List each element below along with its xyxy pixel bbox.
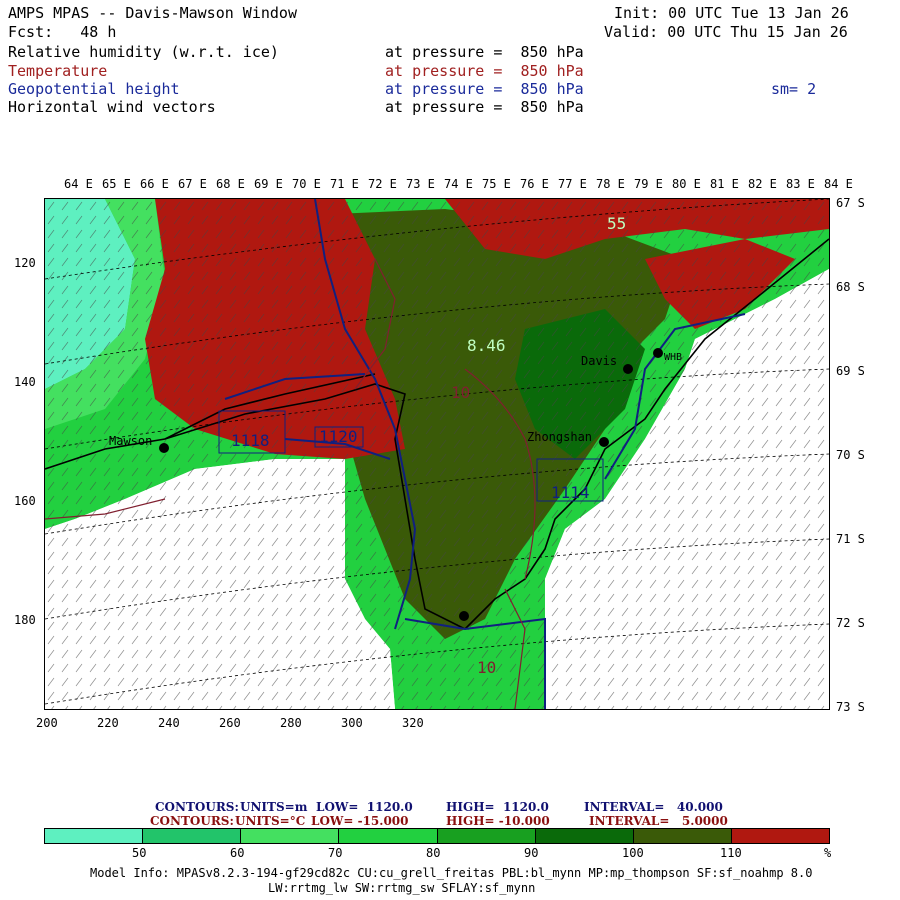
forecast-hour: Fcst: 48 h (8, 23, 117, 41)
colorbar-swatch (633, 829, 732, 843)
map-title: AMPS MPAS -- Davis-Mawson Window (8, 4, 297, 22)
longitude-label: 75 E (482, 177, 511, 191)
station-label-zhongshan: Zhongshan (527, 430, 593, 444)
contour-label-55: 55 (607, 214, 627, 233)
wind-vectors (45, 199, 829, 709)
model-info-line2: LW:rrtmg_lw SW:rrtmg_sw SFLAY:sf_mynn (268, 881, 536, 895)
x-tick-label: 300 (341, 716, 363, 730)
station-label-davis: Davis (581, 354, 618, 368)
longitude-label: 67 E (178, 177, 207, 191)
x-tick-label: 240 (158, 716, 180, 730)
colorbar-label: 80 (426, 846, 441, 860)
y-tick-label: 160 (14, 494, 36, 508)
field-rh-name: Relative humidity (w.r.t. ice) (8, 43, 279, 61)
colorbar-label: 90 (524, 846, 539, 860)
latitude-label: 73 S (836, 700, 865, 714)
station-dot-davis (623, 364, 633, 374)
colorbar-swatch (143, 829, 242, 843)
longitude-label: 70 E (292, 177, 321, 191)
latitude-label: 69 S (836, 364, 865, 378)
map-panel: Mawson Davis WHB Zhongshan 1118 1120 111… (44, 198, 830, 710)
station-dot-zhongshan (599, 437, 609, 447)
longitude-label: 71 E (330, 177, 359, 191)
station-dot-inland (459, 611, 469, 621)
colorbar-label: % (824, 846, 832, 860)
colorbar-swatch (45, 829, 144, 843)
longitude-label: 76 E (520, 177, 549, 191)
longitude-label: 68 E (216, 177, 245, 191)
longitude-label: 69 E (254, 177, 283, 191)
colorbar (44, 828, 830, 844)
x-tick-label: 260 (219, 716, 241, 730)
y-tick-label: 140 (14, 375, 36, 389)
x-tick-label: 220 (97, 716, 119, 730)
field-wind-level: at pressure = 850 hPa (385, 98, 584, 116)
colorbar-swatch (437, 829, 536, 843)
x-tick-label: 200 (36, 716, 58, 730)
colorbar-swatch (535, 829, 634, 843)
longitude-label: 80 E (672, 177, 701, 191)
latitude-label: 70 S (836, 448, 865, 462)
longitude-label: 79 E (634, 177, 663, 191)
longitude-label: 81 E (710, 177, 739, 191)
station-dot-whb (653, 348, 663, 358)
colorbar-label: 110 (720, 846, 742, 860)
contour-label-1118: 1118 (231, 431, 270, 450)
smoothing-label: sm= 2 (771, 80, 817, 98)
field-wind-name: Horizontal wind vectors (8, 98, 216, 116)
field-height-name: Geopotential height (8, 80, 180, 98)
longitude-label: 66 E (140, 177, 169, 191)
station-label-mawson: Mawson (109, 434, 153, 448)
contour-label-1114: 1114 (551, 483, 590, 502)
map-svg (45, 199, 829, 709)
field-temp-name: Temperature (8, 62, 108, 80)
longitude-label: 74 E (444, 177, 473, 191)
colorbar-label: 60 (230, 846, 245, 860)
x-tick-label: 320 (402, 716, 424, 730)
longitude-label: 65 E (102, 177, 131, 191)
latitude-label: 68 S (836, 280, 865, 294)
longitude-label: 64 E (64, 177, 93, 191)
colorbar-label: 50 (132, 846, 147, 860)
longitude-label: 84 E (824, 177, 853, 191)
colorbar-label: 100 (622, 846, 644, 860)
latitude-label: 67 S (836, 196, 865, 210)
station-label-whb: WHB (664, 352, 683, 363)
longitude-label: 77 E (558, 177, 587, 191)
station-dot-mawson (159, 443, 169, 453)
valid-time: Valid: 00 UTC Thu 15 Jan 26 (604, 23, 848, 41)
model-info-line1: Model Info: MPASv8.2.3-194-gf29cd82c CU:… (90, 866, 813, 880)
colorbar-swatch (731, 829, 829, 843)
y-tick-label: 180 (14, 613, 36, 627)
longitude-label: 83 E (786, 177, 815, 191)
contour-label-1120: 1120 (319, 427, 358, 446)
colorbar-label: 70 (328, 846, 343, 860)
longitude-label: 82 E (748, 177, 777, 191)
latitude-label: 71 S (836, 532, 865, 546)
contour-label-846: 8.46 (467, 336, 506, 355)
field-height-level: at pressure = 850 hPa (385, 80, 584, 98)
field-temp-level: at pressure = 850 hPa (385, 62, 584, 80)
longitude-label: 78 E (596, 177, 625, 191)
contour-label-10b: 10 (477, 658, 497, 677)
contour-label-10a: 10 (451, 383, 471, 402)
longitude-label: 72 E (368, 177, 397, 191)
field-rh-level: at pressure = 850 hPa (385, 43, 584, 61)
colorbar-swatch (339, 829, 438, 843)
init-time: Init: 00 UTC Tue 13 Jan 26 (614, 4, 849, 22)
longitude-label: 73 E (406, 177, 435, 191)
colorbar-swatch (241, 829, 340, 843)
x-tick-label: 280 (280, 716, 302, 730)
latitude-label: 72 S (836, 616, 865, 630)
y-tick-label: 120 (14, 256, 36, 270)
